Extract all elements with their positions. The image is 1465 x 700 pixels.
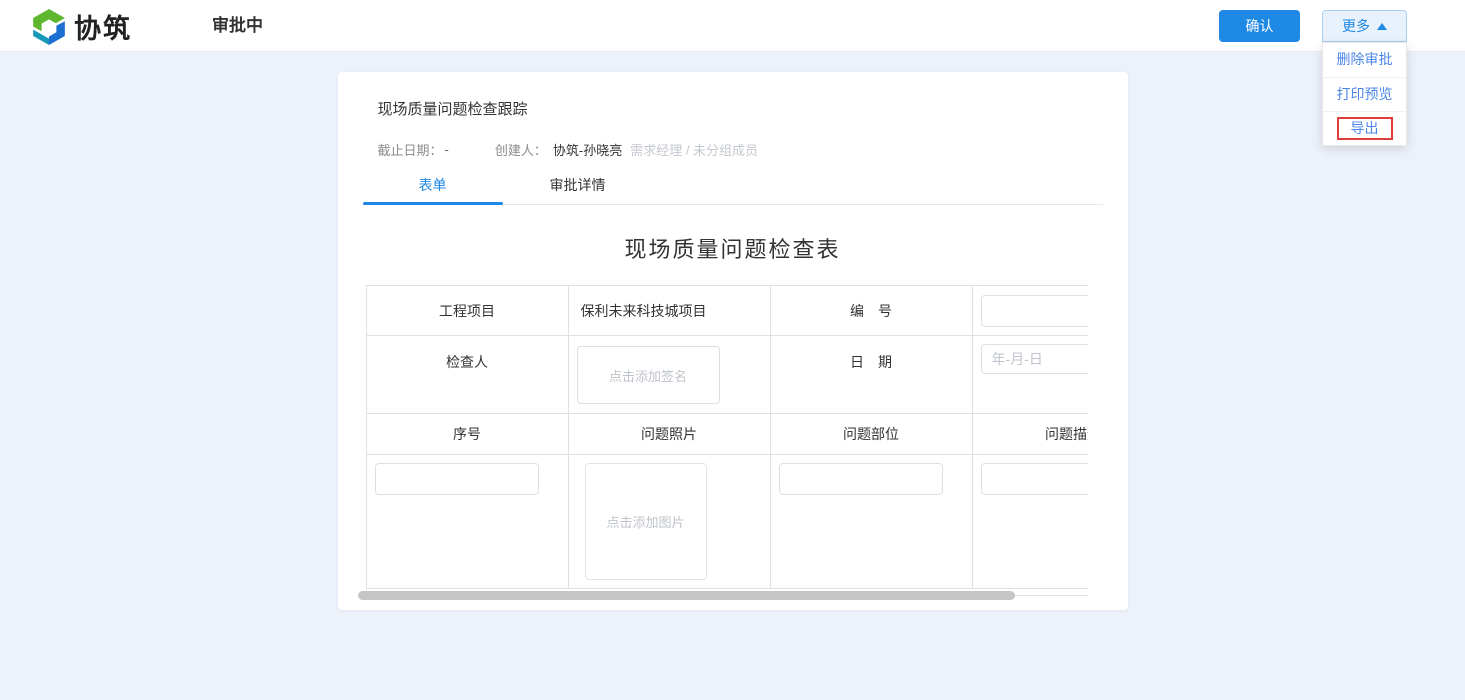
table-row-project: 工程项目 保利未来科技城项目 编 号 [366, 286, 1088, 336]
description-input[interactable] [981, 463, 1088, 495]
more-button[interactable]: 更多 [1322, 10, 1407, 42]
page-background: 现场质量问题检查跟踪 截止日期： - 创建人： 协筑-孙晓亮 需求经理 / 未分… [0, 72, 1465, 700]
page-title: 审批中 [212, 0, 263, 52]
horizontal-scrollbar-thumb[interactable] [358, 591, 1015, 600]
photo-upload[interactable]: 点击添加图片 [585, 463, 707, 580]
logo-icon [30, 8, 68, 46]
photo-cell: 点击添加图片 [568, 455, 770, 589]
menu-item-export[interactable]: 导出 [1323, 111, 1406, 145]
number-label-cell: 编 号 [770, 286, 972, 336]
number-input[interactable] [981, 295, 1088, 327]
serial-input-cell [366, 455, 568, 589]
more-dropdown-menu: 删除审批 打印预览 导出 [1322, 42, 1407, 146]
table-row-issue-entry: 点击添加图片 [366, 455, 1088, 589]
project-value-cell: 保利未来科技城项目 [568, 286, 770, 336]
form-title: 现场质量问题检查表 [338, 232, 1128, 264]
deadline-value: - [445, 142, 449, 157]
export-highlight-box: 导出 [1337, 117, 1393, 140]
inspection-form-table: 工程项目 保利未来科技城项目 编 号 检查人 点击添加签名 日 期 [366, 285, 1088, 589]
location-input-cell [770, 455, 972, 589]
signature-upload[interactable]: 点击添加签名 [577, 346, 720, 404]
confirm-button[interactable]: 确认 [1219, 10, 1300, 42]
top-bar: 协筑 审批中 确认 更多 删除审批 打印预览 导出 [0, 0, 1465, 52]
signature-placeholder: 点击添加签名 [609, 366, 687, 385]
approval-title: 现场质量问题检查跟踪 [338, 72, 1128, 119]
project-label-cell: 工程项目 [366, 286, 568, 336]
creator-name: 协筑-孙晓亮 [553, 140, 622, 159]
serial-header-cell: 序号 [366, 414, 568, 455]
tab-bar: 表单 审批详情 [363, 172, 1103, 205]
more-button-label: 更多 [1342, 16, 1370, 36]
photo-placeholder: 点击添加图片 [606, 512, 684, 531]
caret-up-icon [1377, 23, 1387, 30]
location-header-cell: 问题部位 [770, 414, 972, 455]
location-input[interactable] [779, 463, 943, 495]
deadline-label: 截止日期： [378, 140, 443, 159]
tab-form[interactable]: 表单 [363, 172, 503, 204]
date-input[interactable] [981, 344, 1088, 374]
photo-header-cell: 问题照片 [568, 414, 770, 455]
logo-text: 协筑 [74, 7, 132, 46]
description-input-cell [972, 455, 1088, 589]
creator-label: 创建人： [495, 140, 547, 159]
signature-cell: 点击添加签名 [568, 336, 770, 414]
menu-item-print-preview[interactable]: 打印预览 [1323, 77, 1406, 111]
tab-approval-detail[interactable]: 审批详情 [503, 172, 653, 204]
table-row-issue-headers: 序号 问题照片 问题部位 问题描述 [366, 414, 1088, 455]
menu-item-delete-approval[interactable]: 删除审批 [1323, 43, 1406, 77]
approval-card: 现场质量问题检查跟踪 截止日期： - 创建人： 协筑-孙晓亮 需求经理 / 未分… [338, 72, 1128, 610]
date-label-cell: 日 期 [770, 336, 972, 414]
date-input-cell [972, 336, 1088, 414]
form-table-viewport: 工程项目 保利未来科技城项目 编 号 检查人 点击添加签名 日 期 [366, 285, 1088, 589]
serial-input[interactable] [375, 463, 539, 495]
app-logo[interactable]: 协筑 [30, 7, 132, 46]
inspector-label-cell: 检查人 [366, 336, 568, 414]
table-row-inspector: 检查人 点击添加签名 日 期 [366, 336, 1088, 414]
horizontal-scrollbar-track [358, 591, 1088, 600]
description-header-cell: 问题描述 [972, 414, 1088, 455]
approval-meta: 截止日期： - 创建人： 协筑-孙晓亮 需求经理 / 未分组成员 [338, 119, 1128, 159]
number-input-cell [972, 286, 1088, 336]
creator-role: 需求经理 / 未分组成员 [630, 140, 758, 159]
